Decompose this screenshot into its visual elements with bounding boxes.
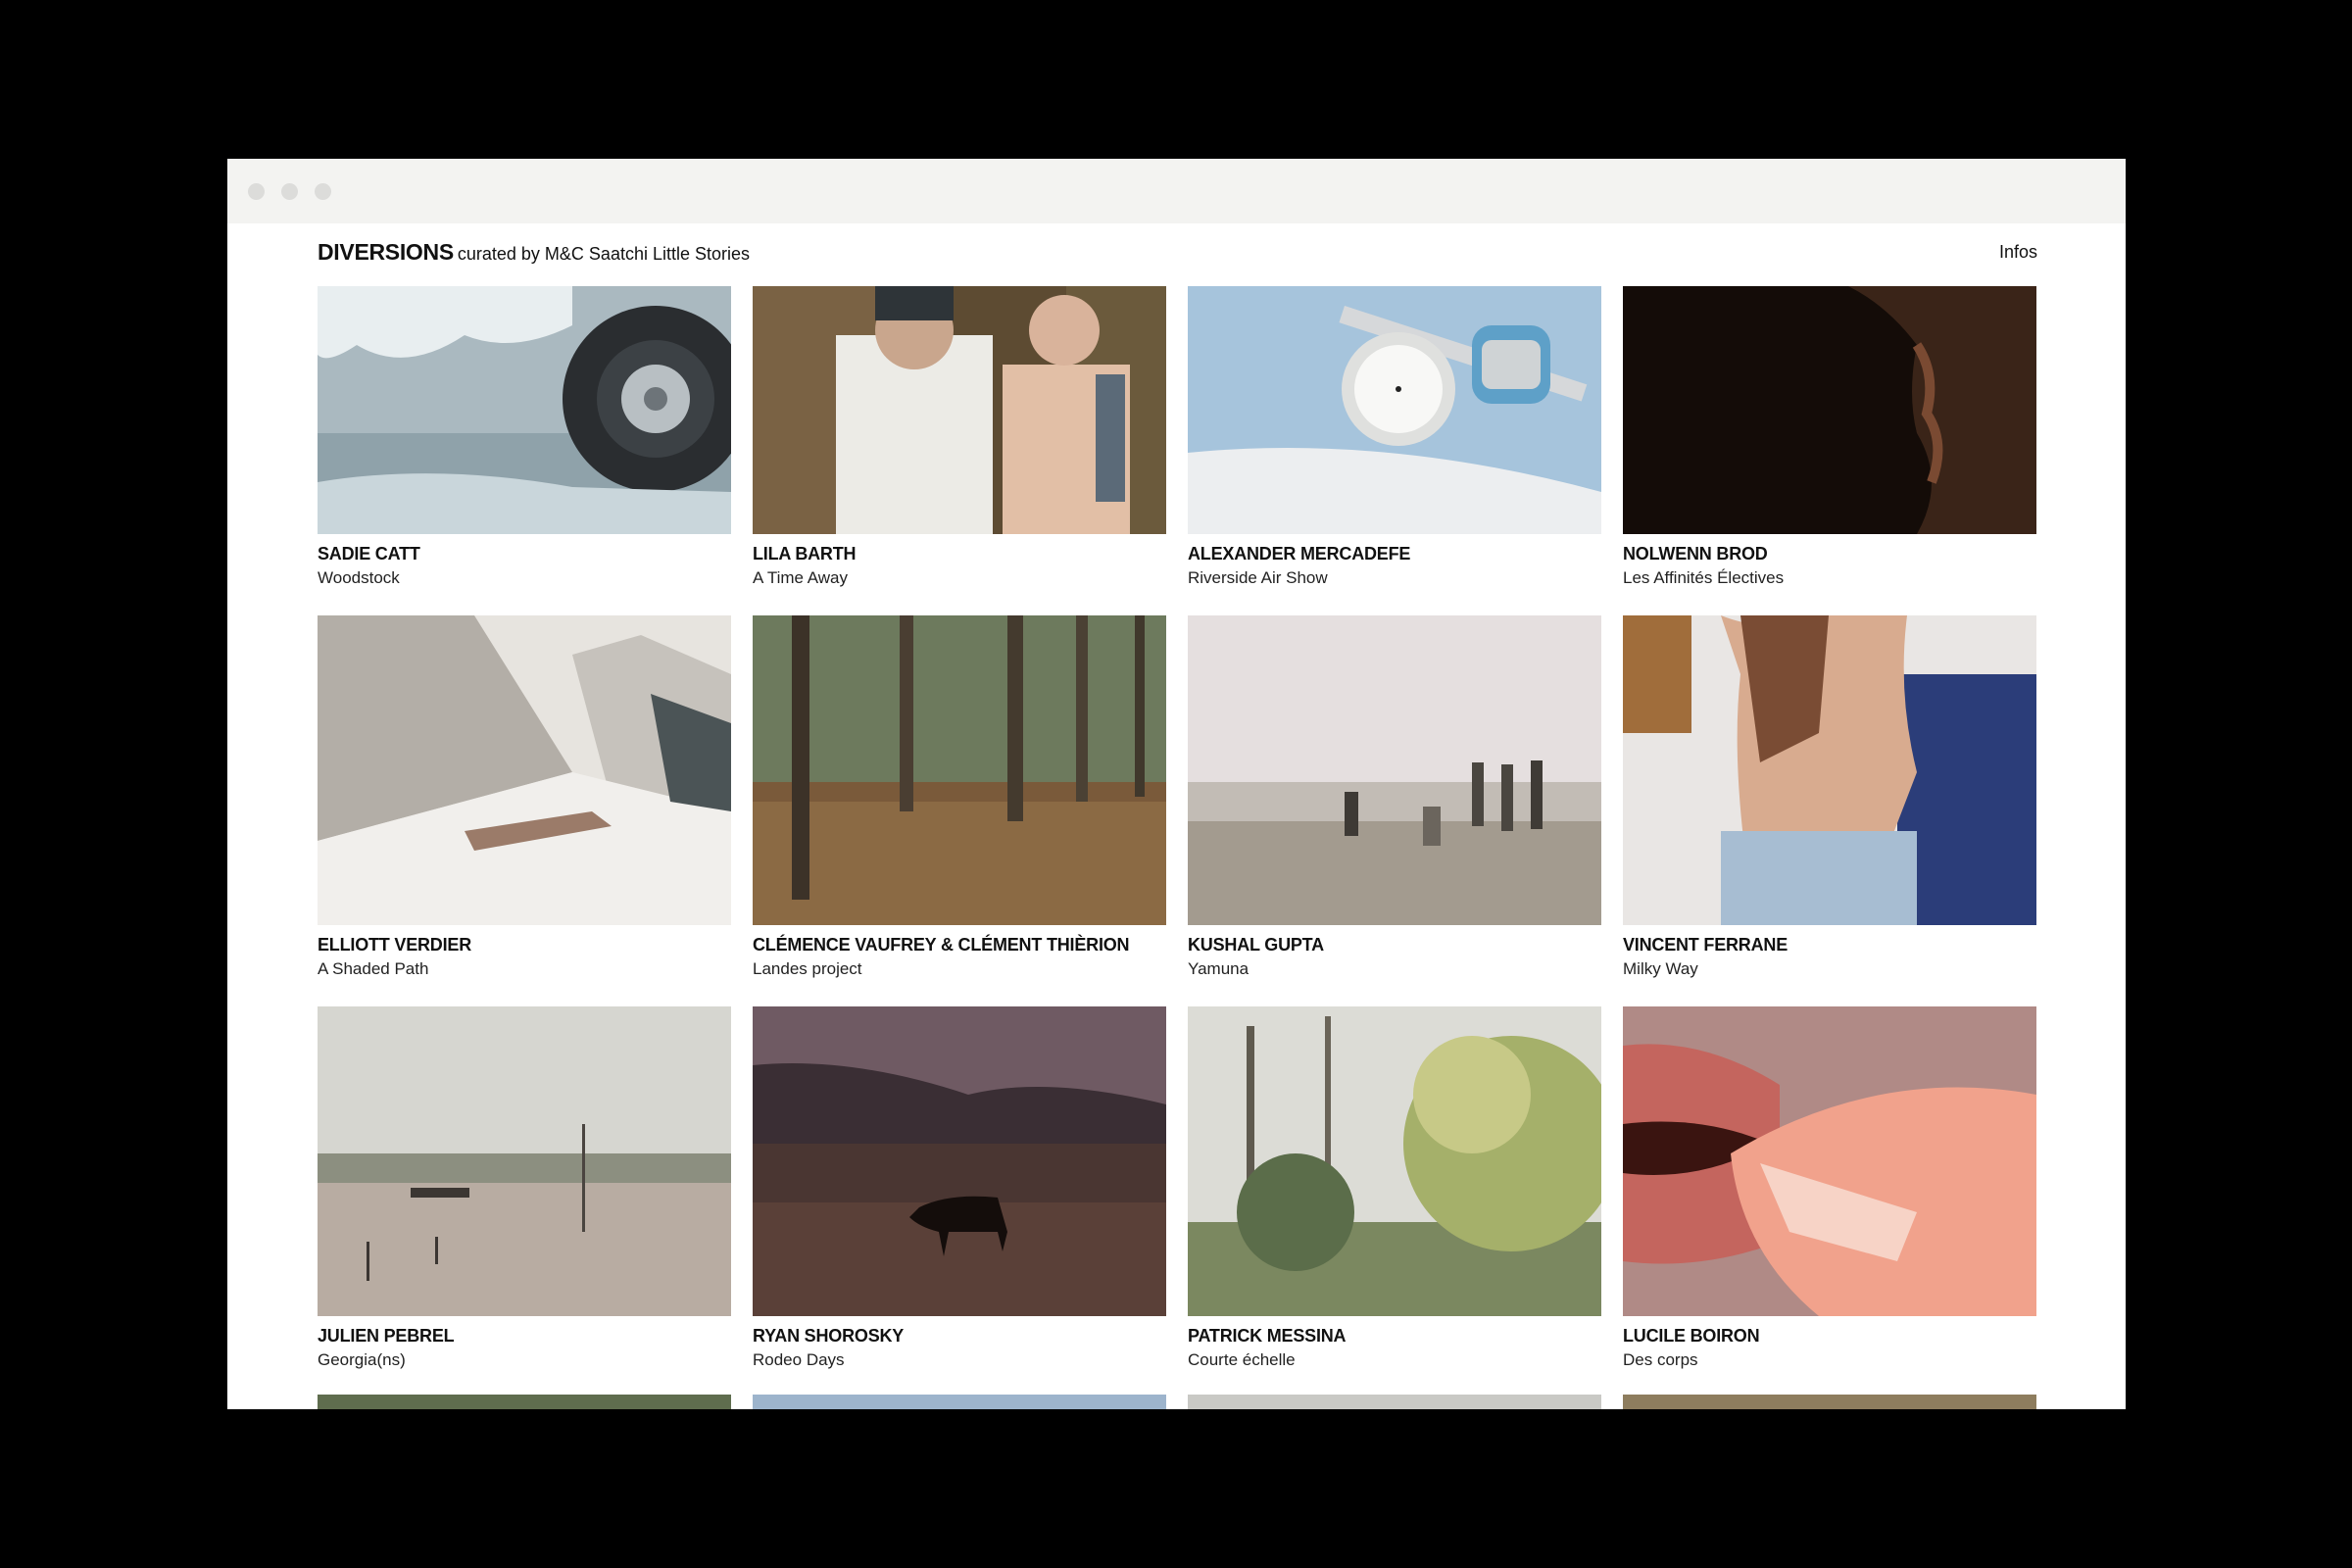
window-maximize-dot[interactable] (315, 183, 331, 200)
site-tagline: curated by M&C Saatchi Little Stories (457, 244, 751, 264)
project-thumbnail-partial[interactable] (318, 1395, 731, 1409)
window-close-dot[interactable] (248, 183, 265, 200)
project-thumbnail[interactable] (1188, 286, 1601, 534)
project-card[interactable]: ALEXANDER MERCADEFE Riverside Air Show (1188, 286, 1601, 588)
project-title[interactable]: Woodstock (318, 568, 731, 588)
project-grid: SADIE CATT Woodstock LILA BARTH A Time A (318, 286, 2038, 1370)
project-thumbnail[interactable] (753, 615, 1166, 925)
project-card[interactable]: ELLIOTT VERDIER A Shaded Path (318, 615, 731, 979)
project-thumbnail-partial[interactable] (1188, 1395, 1601, 1409)
project-thumbnail-partial[interactable] (1623, 1395, 2036, 1409)
artist-name[interactable]: CLÉMENCE VAUFREY & CLÉMENT THIÈRION (753, 935, 1166, 956)
project-title[interactable]: Courte échelle (1188, 1350, 1601, 1370)
artist-name[interactable]: SADIE CATT (318, 544, 731, 564)
artist-name[interactable]: ALEXANDER MERCADEFE (1188, 544, 1601, 564)
artist-name[interactable]: ELLIOTT VERDIER (318, 935, 731, 956)
project-card[interactable]: LILA BARTH A Time Away (753, 286, 1166, 588)
project-title[interactable]: Des corps (1623, 1350, 2036, 1370)
project-title[interactable]: Rodeo Days (753, 1350, 1166, 1370)
project-thumbnail[interactable] (1623, 286, 2036, 534)
project-card[interactable]: LUCILE BOIRON Des corps (1623, 1006, 2036, 1370)
project-thumbnail[interactable] (1188, 615, 1601, 925)
artist-name[interactable]: PATRICK MESSINA (1188, 1326, 1601, 1347)
project-thumbnail[interactable] (1623, 1006, 2036, 1316)
project-card[interactable]: CLÉMENCE VAUFREY & CLÉMENT THIÈRION Land… (753, 615, 1166, 979)
project-card[interactable]: JULIEN PEBREL Georgia(ns) (318, 1006, 731, 1370)
artist-name[interactable]: LILA BARTH (753, 544, 1166, 564)
site-title[interactable]: DIVERSIONS (318, 239, 454, 265)
artist-name[interactable]: NOLWENN BROD (1623, 544, 2036, 564)
artist-name[interactable]: KUSHAL GUPTA (1188, 935, 1601, 956)
artist-name[interactable]: RYAN SHOROSKY (753, 1326, 1166, 1347)
project-card[interactable]: PATRICK MESSINA Courte échelle (1188, 1006, 1601, 1370)
project-thumbnail[interactable] (1623, 615, 2036, 925)
project-title[interactable]: Milky Way (1623, 959, 2036, 979)
project-card[interactable]: SADIE CATT Woodstock (318, 286, 731, 588)
project-card[interactable]: VINCENT FERRANE Milky Way (1623, 615, 2036, 979)
project-title[interactable]: A Time Away (753, 568, 1166, 588)
project-card[interactable]: KUSHAL GUPTA Yamuna (1188, 615, 1601, 979)
artist-name[interactable]: LUCILE BOIRON (1623, 1326, 2036, 1347)
project-title[interactable]: Les Affinités Électives (1623, 568, 2036, 588)
artist-name[interactable]: VINCENT FERRANE (1623, 935, 2036, 956)
project-title[interactable]: Georgia(ns) (318, 1350, 731, 1370)
project-thumbnail[interactable] (318, 1006, 731, 1316)
project-title[interactable]: Riverside Air Show (1188, 568, 1601, 588)
project-card[interactable]: RYAN SHOROSKY Rodeo Days (753, 1006, 1166, 1370)
project-thumbnail[interactable] (1188, 1006, 1601, 1316)
infos-link[interactable]: Infos (1999, 242, 2037, 263)
project-title[interactable]: Yamuna (1188, 959, 1601, 979)
site-header: DIVERSIONS curated by M&C Saatchi Little … (318, 239, 2037, 269)
site-brand[interactable]: DIVERSIONS curated by M&C Saatchi Little … (318, 239, 750, 266)
project-thumbnail[interactable] (753, 286, 1166, 534)
project-title[interactable]: Landes project (753, 959, 1166, 979)
next-row-thumbnails (318, 1395, 2038, 1409)
browser-titlebar (227, 159, 2126, 223)
project-thumbnail[interactable] (753, 1006, 1166, 1316)
project-thumbnail-partial[interactable] (753, 1395, 1166, 1409)
project-thumbnail[interactable] (318, 615, 731, 925)
window-minimize-dot[interactable] (281, 183, 298, 200)
project-title[interactable]: A Shaded Path (318, 959, 731, 979)
artist-name[interactable]: JULIEN PEBREL (318, 1326, 731, 1347)
browser-window: DIVERSIONS curated by M&C Saatchi Little … (227, 159, 2126, 1409)
project-card[interactable]: NOLWENN BROD Les Affinités Électives (1623, 286, 2036, 588)
project-thumbnail[interactable] (318, 286, 731, 534)
